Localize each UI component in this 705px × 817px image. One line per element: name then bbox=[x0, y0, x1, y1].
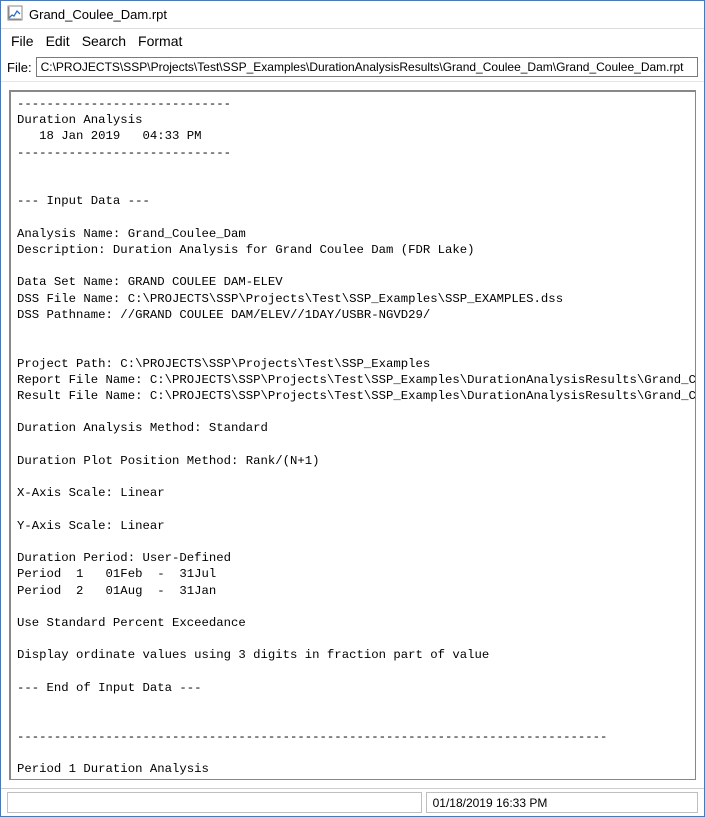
menu-search[interactable]: Search bbox=[78, 32, 130, 50]
menu-edit[interactable]: Edit bbox=[42, 32, 74, 50]
content-area: ----------------------------- Duration A… bbox=[1, 82, 704, 788]
file-path-input[interactable] bbox=[36, 57, 698, 77]
status-timestamp: 01/18/2019 16:33 PM bbox=[426, 792, 698, 813]
titlebar: Grand_Coulee_Dam.rpt bbox=[1, 1, 704, 29]
menubar: File Edit Search Format bbox=[1, 29, 704, 53]
menu-file[interactable]: File bbox=[7, 32, 38, 50]
status-bar: 01/18/2019 16:33 PM bbox=[1, 788, 704, 816]
menu-format[interactable]: Format bbox=[134, 32, 186, 50]
file-label: File: bbox=[7, 60, 32, 75]
window-title: Grand_Coulee_Dam.rpt bbox=[29, 7, 167, 22]
status-left bbox=[7, 792, 422, 813]
report-panel[interactable]: ----------------------------- Duration A… bbox=[9, 90, 696, 780]
file-path-row: File: bbox=[1, 53, 704, 82]
report-text: ----------------------------- Duration A… bbox=[17, 96, 689, 780]
app-icon bbox=[7, 5, 29, 24]
